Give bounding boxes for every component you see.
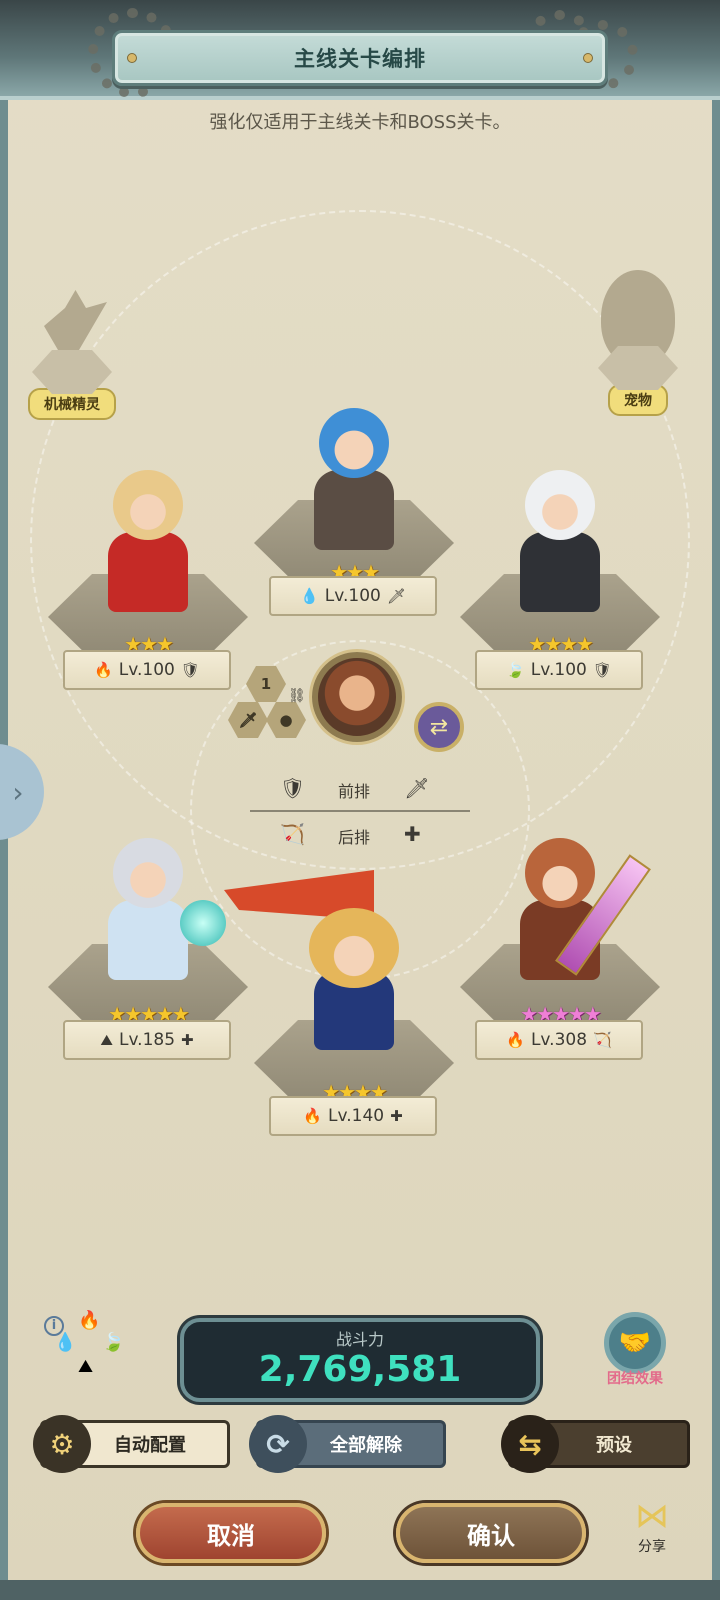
heal-icon: ✚ [390,1107,403,1125]
mech-spirit-slot[interactable]: 机械精灵 [22,290,122,420]
handshake-icon: 🤝 [604,1312,666,1374]
cancel-button[interactable]: 取消 [136,1503,326,1563]
heal-icon: ✚ [404,822,421,846]
mech-spirit-silhouette-icon [44,290,107,350]
shield-icon: 🛡 [180,661,200,679]
hero-slot-bottom-left[interactable]: ★★★★★ ⛰ Lv.185 ✚ [48,830,248,1064]
hero-level: Lv.100 [324,586,381,606]
pet-slot[interactable]: 宠物 [588,270,688,416]
hero-slot-bottom-center[interactable]: ★★★★ 🔥 Lv.140 ✚ [224,870,454,1136]
unity-effect-button[interactable]: 🤝 团结效果 [600,1312,670,1388]
shield-icon: 🛡 [592,661,612,679]
earth-icon: ⛰ [78,1356,94,1377]
preset-label: 预设 [596,1435,632,1456]
earth-icon: ⛰ [100,1031,113,1049]
hero-sprite-blue-hair [299,400,409,550]
water-icon: 💧 [54,1332,77,1353]
auto-arrange-button[interactable]: ⚙ 自动配置 [33,1415,230,1473]
crystal-orb-icon [180,900,226,946]
shield-icon: 🛡 [280,776,306,800]
hero-level: Lv.100 [530,660,587,680]
wind-icon: 🍃 [506,661,525,679]
orb-icon: ● [279,711,293,729]
bottom-strip [0,1580,720,1600]
hero-level: Lv.185 [118,1030,176,1050]
sword-icon: 🗡 [404,776,430,800]
cancel-label: 取消 [207,1521,255,1550]
swap-leader-button[interactable]: ⇄ [414,702,464,752]
hero-slot-mid-left[interactable]: ★★★ 🔥 Lv.100 🛡 [48,462,248,692]
element-wheel[interactable]: 🔥 🍃 ⛰ 💧 [50,1310,126,1386]
wind-icon: 🍃 [102,1332,125,1353]
swap-arrows-icon: ⇆ [501,1415,559,1473]
hero-level-plate: 🔥 Lv.308 🏹 [475,1020,643,1060]
fire-icon: 🔥 [303,1107,323,1125]
water-icon: 💧 [300,587,319,605]
hero-sprite-silver-hair [93,830,203,980]
clear-all-button[interactable]: ⟳ 全部解除 [249,1415,446,1473]
leader-portrait[interactable] [312,652,402,742]
front-row-label: 前排 [338,782,371,801]
combat-power-panel: 战斗力 2,769,581 [180,1318,540,1402]
row-divider [250,810,470,812]
confirm-label: 确认 [467,1521,515,1550]
hero-slot-top-center[interactable]: ★★★ 💧 Lv.100 🗡 [254,400,454,620]
share-label: 分享 [638,1539,666,1555]
hero-level: Lv.308 [530,1030,588,1050]
rivet-icon [583,53,593,63]
share-icon: ⋈ [635,1496,669,1536]
bow-icon: 🏹 [280,822,305,846]
fire-icon: 🔥 [78,1310,101,1331]
share-button[interactable]: ⋈ 分享 [622,1496,682,1556]
unity-effect-label: 团结效果 [607,1371,663,1387]
hero-level: Lv.100 [118,660,175,680]
hero-level-plate: 🔥 Lv.100 🛡 [63,650,231,690]
hero-level: Lv.140 [328,1106,385,1126]
fire-icon: 🔥 [94,661,113,679]
hero-sprite-red-dress [93,462,203,612]
hero-level-plate: 🔥 Lv.140 ✚ [269,1096,437,1136]
hero-slot-bottom-right[interactable]: ★★★★★ 🔥 Lv.308 🏹 [460,830,660,1064]
bow-icon: 🏹 [593,1031,612,1049]
gear-icon: ⚙ [33,1415,91,1473]
back-row-label: 后排 [338,828,371,847]
confirm-button[interactable]: 确认 [396,1503,586,1563]
sword-icon: 🗡 [386,587,406,605]
hero-level-plate: 🍃 Lv.100 🛡 [475,650,643,690]
combat-power-value: 2,769,581 [258,1349,462,1390]
chain-link-icon: ⛓ [288,688,306,704]
page-subtitle: 强化仅适用于主线关卡和BOSS关卡。 [209,112,511,133]
hero-sprite-white-hair [505,462,615,612]
hero-sprite-blonde-twintail [289,900,419,1050]
preset-button[interactable]: ⇆ 预设 [501,1415,690,1473]
hero-slot-mid-right[interactable]: ★★★★ 🍃 Lv.100 🛡 [460,462,660,692]
unlink-icon: ⟳ [249,1415,307,1473]
page-title: 主线关卡编排 [294,47,426,71]
clear-all-label: 全部解除 [330,1435,402,1456]
swap-arrows-icon: ⇄ [429,714,449,740]
sword-icon: 🗡 [238,711,258,729]
hero-level-plate: 💧 Lv.100 🗡 [269,576,437,616]
heal-icon: ✚ [181,1031,194,1049]
rivet-icon [127,53,137,63]
title-plate: 主线关卡编排 [112,30,608,86]
fire-icon: 🔥 [506,1031,525,1049]
auto-arrange-label: 自动配置 [114,1435,186,1456]
combat-power-label: 战斗力 [335,1330,384,1349]
chevron-right-icon: › [12,775,24,809]
hero-level-plate: ⛰ Lv.185 ✚ [63,1020,231,1060]
